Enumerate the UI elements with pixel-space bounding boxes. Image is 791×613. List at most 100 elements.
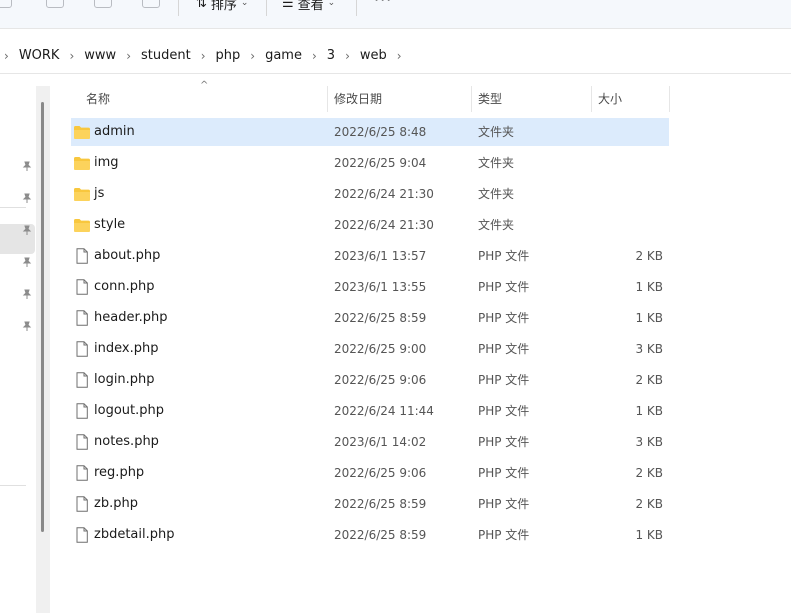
file-name: logout.php — [94, 403, 164, 418]
file-name: zb.php — [94, 496, 138, 511]
pin-icon — [22, 160, 32, 171]
file-size: 1 KB — [635, 404, 663, 418]
file-name: login.php — [94, 372, 155, 387]
view-button[interactable]: ☰ 查看 ⌄ — [282, 0, 335, 13]
nav-divider — [0, 485, 26, 486]
folder-icon — [73, 124, 91, 140]
breadcrumb-chevron-icon[interactable]: › — [250, 49, 255, 63]
file-name: img — [94, 155, 119, 170]
breadcrumb-chevron-icon[interactable]: › — [312, 49, 317, 63]
breadcrumb-item[interactable]: WORK — [19, 48, 60, 63]
more-options-button[interactable]: ··· — [374, 0, 392, 9]
column-divider[interactable] — [669, 86, 670, 112]
share-icon[interactable] — [94, 0, 112, 8]
file-row[interactable]: zbdetail.php 2022/6/25 8:59 PHP 文件 1 KB — [71, 521, 669, 549]
sort-icon: ⇅ — [196, 0, 207, 11]
nav-divider — [0, 207, 26, 208]
view-icon: ☰ — [282, 0, 294, 11]
file-row[interactable]: login.php 2022/6/25 9:06 PHP 文件 2 KB — [71, 366, 669, 394]
file-row[interactable]: about.php 2023/6/1 13:57 PHP 文件 2 KB — [71, 242, 669, 270]
file-type: PHP 文件 — [478, 404, 530, 418]
file-date: 2023/6/1 13:57 — [334, 249, 427, 263]
file-date: 2022/6/25 9:06 — [334, 466, 427, 480]
chevron-down-icon: ⌄ — [240, 0, 249, 8]
file-list: ^ 名称 修改日期 类型 大小 admin 2022/6/25 8:48 文件夹 im… — [51, 74, 791, 613]
file-row[interactable]: zb.php 2022/6/25 8:59 PHP 文件 2 KB — [71, 490, 669, 518]
file-type: PHP 文件 — [478, 280, 530, 294]
file-date: 2022/6/25 9:04 — [334, 156, 427, 170]
breadcrumb-chevron-icon[interactable]: › — [345, 49, 350, 63]
file-date: 2022/6/24 21:30 — [334, 187, 434, 201]
column-divider[interactable] — [327, 86, 328, 112]
file-size: 2 KB — [635, 466, 663, 480]
view-label: 查看 — [297, 0, 324, 13]
file-size: 2 KB — [635, 373, 663, 387]
breadcrumb-item[interactable]: 3 — [327, 48, 335, 63]
file-name: notes.php — [94, 434, 159, 449]
file-row[interactable]: header.php 2022/6/25 8:59 PHP 文件 1 KB — [71, 304, 669, 332]
breadcrumb: › WORK › www › student › php › game › 3 … — [4, 48, 412, 63]
file-size: 1 KB — [635, 311, 663, 325]
nav-scrollbar[interactable] — [36, 86, 50, 613]
file-row[interactable]: logout.php 2022/6/24 11:44 PHP 文件 1 KB — [71, 397, 669, 425]
address-bar[interactable]: › WORK › www › student › php › game › 3 … — [0, 40, 791, 74]
new-icon[interactable] — [0, 0, 12, 8]
breadcrumb-item[interactable]: student — [141, 48, 191, 63]
file-icon — [73, 403, 91, 419]
file-name: header.php — [94, 310, 168, 325]
folder-icon — [73, 155, 91, 171]
column-header-size[interactable]: 大小 — [598, 86, 668, 112]
folder-row[interactable]: style 2022/6/24 21:30 文件夹 — [71, 211, 669, 239]
column-header-type[interactable]: 类型 — [478, 86, 588, 112]
file-type: 文件夹 — [478, 156, 515, 170]
delete-icon[interactable] — [142, 0, 160, 8]
folder-row[interactable]: admin 2022/6/25 8:48 文件夹 — [71, 118, 669, 146]
toolbar-divider — [266, 0, 267, 16]
column-header-name[interactable]: 名称 — [86, 86, 326, 112]
file-date: 2023/6/1 13:55 — [334, 280, 427, 294]
file-icon — [73, 310, 91, 326]
file-row[interactable]: index.php 2022/6/25 9:00 PHP 文件 3 KB — [71, 335, 669, 363]
pin-icon — [22, 192, 32, 203]
nav-scrollbar-thumb[interactable] — [41, 102, 44, 532]
folder-row[interactable]: js 2022/6/24 21:30 文件夹 — [71, 180, 669, 208]
sort-button[interactable]: ⇅ 排序 ⌄ — [196, 0, 248, 13]
file-name: zbdetail.php — [94, 527, 175, 542]
file-date: 2022/6/25 8:59 — [334, 528, 427, 542]
file-date: 2022/6/25 8:48 — [334, 125, 427, 139]
file-name: style — [94, 217, 126, 232]
breadcrumb-item-current[interactable]: web — [360, 48, 387, 63]
file-type: PHP 文件 — [478, 435, 530, 449]
column-divider[interactable] — [471, 86, 472, 112]
command-toolbar: ⇅ 排序 ⌄ ☰ 查看 ⌄ ··· — [0, 0, 791, 29]
file-icon — [73, 341, 91, 357]
breadcrumb-chevron-icon[interactable]: › — [397, 49, 402, 63]
breadcrumb-item[interactable]: www — [84, 48, 116, 63]
copy-icon[interactable] — [46, 0, 64, 8]
column-divider[interactable] — [591, 86, 592, 112]
breadcrumb-chevron-icon[interactable]: › — [126, 49, 131, 63]
breadcrumb-chevron-icon[interactable]: › — [69, 49, 74, 63]
file-size: 3 KB — [635, 435, 663, 449]
breadcrumb-item[interactable]: php — [216, 48, 241, 63]
column-header-date[interactable]: 修改日期 — [334, 86, 464, 112]
file-size: 2 KB — [635, 249, 663, 263]
pin-icon — [22, 224, 32, 235]
file-date: 2023/6/1 14:02 — [334, 435, 427, 449]
breadcrumb-item[interactable]: game — [265, 48, 302, 63]
breadcrumb-chevron-icon[interactable]: › — [201, 49, 206, 63]
file-type: 文件夹 — [478, 187, 515, 201]
file-row[interactable]: notes.php 2023/6/1 14:02 PHP 文件 3 KB — [71, 428, 669, 456]
file-icon — [73, 248, 91, 264]
file-icon — [73, 496, 91, 512]
file-row[interactable]: conn.php 2023/6/1 13:55 PHP 文件 1 KB — [71, 273, 669, 301]
file-name: admin — [94, 124, 135, 139]
file-row[interactable]: reg.php 2022/6/25 9:06 PHP 文件 2 KB — [71, 459, 669, 487]
folder-row[interactable]: img 2022/6/25 9:04 文件夹 — [71, 149, 669, 177]
file-size: 2 KB — [635, 497, 663, 511]
column-header-row: 名称 修改日期 类型 大小 — [71, 86, 671, 112]
file-name: reg.php — [94, 465, 145, 480]
pin-icon — [22, 320, 32, 331]
file-name: js — [94, 186, 105, 201]
file-type: PHP 文件 — [478, 373, 530, 387]
